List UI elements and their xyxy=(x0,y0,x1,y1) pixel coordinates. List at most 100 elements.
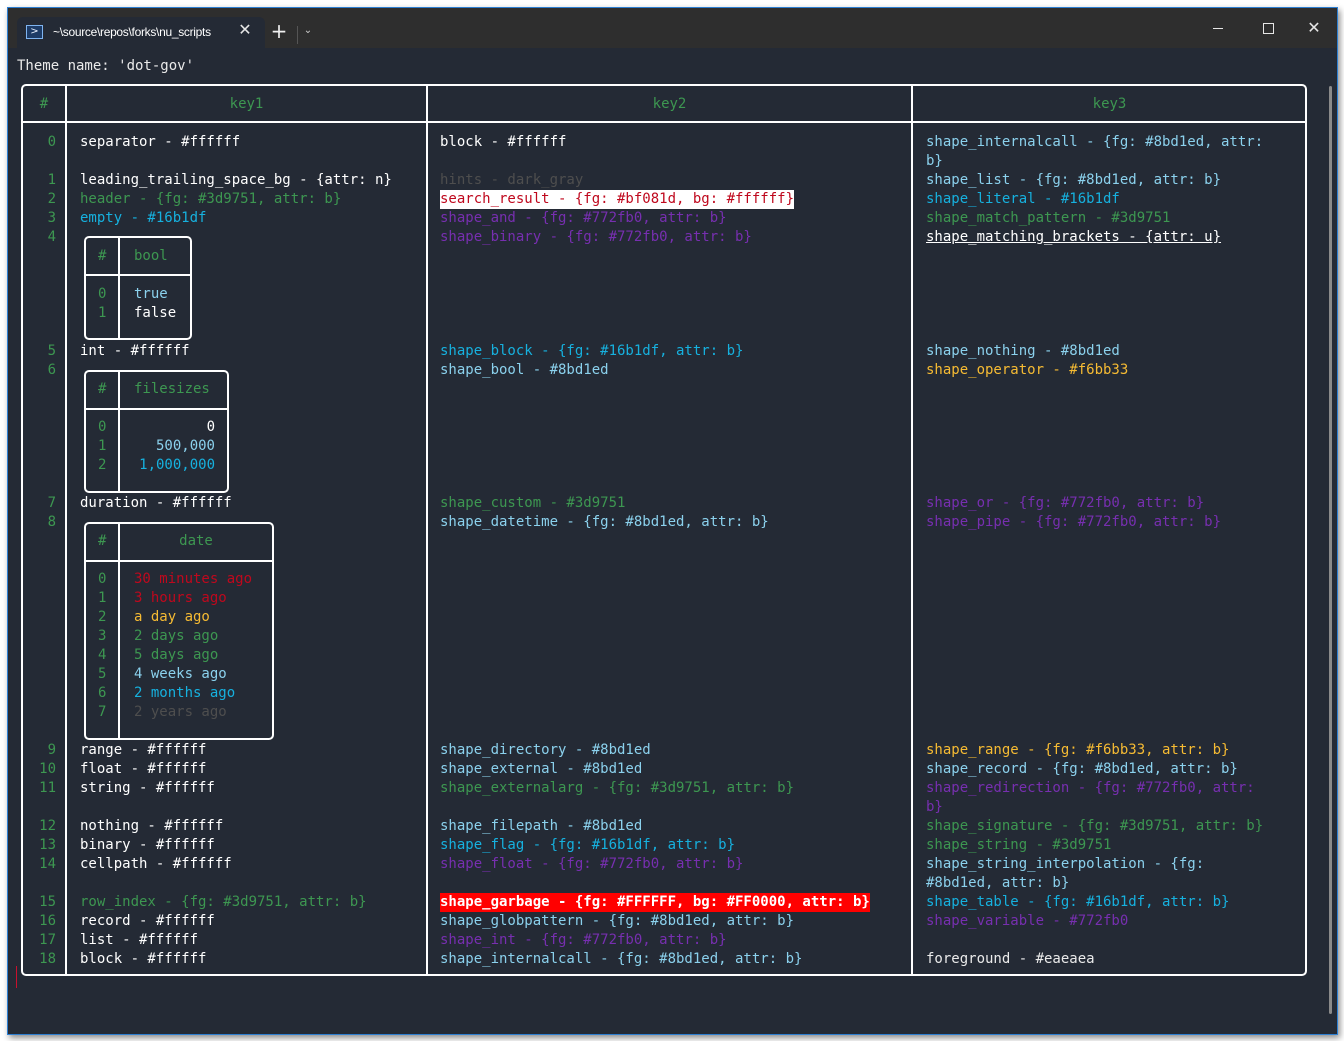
cell-string: string - #ffffff xyxy=(80,780,215,796)
column-divider xyxy=(118,237,120,339)
cell-leading-trailing-space-bg: leading_trailing_space_bg - {attr: n} xyxy=(80,172,392,188)
bool-value: false xyxy=(134,305,177,321)
row-index: 13 xyxy=(39,837,56,853)
terminal-output: Theme name: 'dot-gov' # key1 key2 key3 0… xyxy=(8,48,1337,1034)
row-index: 3 xyxy=(47,210,56,226)
cell-shape-variable: shape_variable - #772fb0 xyxy=(926,913,1129,929)
row-index: 9 xyxy=(47,742,56,758)
row-index: 2 xyxy=(47,191,56,207)
scrollbar[interactable] xyxy=(1329,86,1332,1014)
subtable-row-index: 1 xyxy=(98,305,107,321)
header-separator xyxy=(85,274,191,276)
date-value: 2 months ago xyxy=(134,685,236,701)
cell-shape-bool: shape_bool - #8bd1ed xyxy=(440,362,609,378)
row-index: 17 xyxy=(39,932,56,948)
row-index: 16 xyxy=(39,913,56,929)
cell-shape-external: shape_external - #8bd1ed xyxy=(440,761,643,777)
cell-duration: duration - #ffffff xyxy=(80,495,232,511)
terminal-window: > ~\source\repos\forks\nu_scripts ✕ + ⌄ … xyxy=(7,7,1338,1035)
cell-shape-globpattern: shape_globpattern - {fg: #8bd1ed, attr: … xyxy=(440,913,795,929)
cell-shape-and: shape_and - {fg: #772fb0, attr: b} xyxy=(440,210,727,226)
column-divider xyxy=(118,523,120,739)
close-window-button[interactable]: ✕ xyxy=(1294,16,1334,40)
header-separator xyxy=(22,121,1306,123)
subtable-header: filesizes xyxy=(134,381,210,397)
cell-float: float - #ffffff xyxy=(80,761,207,777)
date-value: 2 years ago xyxy=(134,704,227,720)
subtable-row-index: 0 xyxy=(98,419,107,435)
row-index: 7 xyxy=(47,495,56,511)
row-index: 11 xyxy=(39,780,56,796)
cell-shape-literal: shape_literal - #16b1df xyxy=(926,191,1120,207)
date-value: 2 days ago xyxy=(134,628,219,644)
row-index: 6 xyxy=(47,362,56,378)
cell-separator: separator - #ffffff xyxy=(80,134,241,150)
subtable-header: date xyxy=(179,533,213,549)
close-tab-icon[interactable]: ✕ xyxy=(235,20,255,40)
cell-shape-matching-brackets: shape_matching_brackets - {attr: u} xyxy=(926,229,1222,245)
cell-shape-internalcall: shape_internalcall - {fg: #8bd1ed, attr:… xyxy=(440,951,803,967)
cell-shape-garbage: shape_garbage - {fg: #FFFFFF, bg: #FF000… xyxy=(440,893,870,912)
minimize-button[interactable] xyxy=(1198,16,1238,40)
row-index: 8 xyxy=(47,514,56,530)
row-index: 5 xyxy=(47,343,56,359)
cell-shape-redirection-wrap: b} xyxy=(926,799,943,815)
cell-nothing: nothing - #ffffff xyxy=(80,818,224,834)
subtable-row-index: 5 xyxy=(98,666,107,682)
cell-hints: hints - dark_gray xyxy=(440,172,584,188)
cell-shape-or: shape_or - {fg: #772fb0, attr: b} xyxy=(926,495,1205,511)
tab-title: ~\source\repos\forks\nu_scripts xyxy=(53,25,211,39)
row-index: 12 xyxy=(39,818,56,834)
cell-shape-nothing: shape_nothing - #8bd1ed xyxy=(926,343,1120,359)
maximize-button[interactable] xyxy=(1248,16,1288,40)
subtable-row-index: 7 xyxy=(98,704,107,720)
new-tab-button[interactable]: + xyxy=(268,21,290,43)
column-divider xyxy=(65,85,67,975)
cell-shape-internalcall: shape_internalcall - {fg: #8bd1ed, attr: xyxy=(926,134,1264,150)
text-cursor xyxy=(16,966,17,988)
chevron-down-icon[interactable]: ⌄ xyxy=(300,23,316,39)
column-divider xyxy=(426,85,428,975)
cell-foreground: foreground - #eaeaea xyxy=(926,951,1095,967)
header-key3: key3 xyxy=(1092,96,1127,112)
header-key2: key2 xyxy=(652,96,687,112)
header-key1: key1 xyxy=(229,96,264,112)
cell-shape-custom: shape_custom - #3d9751 xyxy=(440,495,626,511)
cell-search-result: search_result - {fg: #bf081d, bg: #fffff… xyxy=(440,190,795,209)
subtable-row-index: 4 xyxy=(98,647,107,663)
cell-shape-block: shape_block - {fg: #16b1df, attr: b} xyxy=(440,343,744,359)
filesize-value: 0 xyxy=(206,419,215,435)
cell-shape-directory: shape_directory - #8bd1ed xyxy=(440,742,651,758)
cell-block: block - #ffffff xyxy=(80,951,207,967)
row-index: 18 xyxy=(39,951,56,967)
column-divider xyxy=(118,371,120,492)
cell-shape-redirection: shape_redirection - {fg: #772fb0, attr: xyxy=(926,780,1255,796)
cell-shape-table: shape_table - {fg: #16b1df, attr: b} xyxy=(926,894,1230,910)
filesize-value: 1,000,000 xyxy=(139,457,215,473)
subtable-index-header: # xyxy=(98,381,107,397)
row-index: 0 xyxy=(47,134,56,150)
column-divider xyxy=(911,85,913,975)
row-index: 14 xyxy=(39,856,56,872)
maximize-icon xyxy=(1262,23,1274,34)
cell-row-index: row_index - {fg: #3d9751, attr: b} xyxy=(80,894,367,910)
header-separator xyxy=(85,560,273,562)
cell-shape-operator: shape_operator - #f6bb33 xyxy=(926,362,1129,378)
cell-shape-internalcall-wrap: b} xyxy=(926,153,943,169)
cell-record: record - #ffffff xyxy=(80,913,215,929)
cell-shape-string-interpolation: shape_string_interpolation - {fg: xyxy=(926,856,1205,872)
filesize-value: 500,000 xyxy=(155,438,215,454)
cell-shape-datetime: shape_datetime - {fg: #8bd1ed, attr: b} xyxy=(440,514,769,530)
cell-shape-list: shape_list - {fg: #8bd1ed, attr: b} xyxy=(926,172,1222,188)
theme-name-line: Theme name: 'dot-gov' xyxy=(17,58,195,74)
header-separator xyxy=(85,408,228,410)
cell-shape-flag: shape_flag - {fg: #16b1df, attr: b} xyxy=(440,837,736,853)
bool-value: true xyxy=(134,286,168,302)
terminal-tab[interactable]: > ~\source\repos\forks\nu_scripts ✕ xyxy=(17,17,265,48)
subtable-row-index: 0 xyxy=(98,286,107,302)
date-value: 5 days ago xyxy=(134,647,219,663)
cell-shape-record: shape_record - {fg: #8bd1ed, attr: b} xyxy=(926,761,1238,777)
cell-binary: binary - #ffffff xyxy=(80,837,215,853)
cell-cellpath: cellpath - #ffffff xyxy=(80,856,232,872)
cell-range: range - #ffffff xyxy=(80,742,207,758)
